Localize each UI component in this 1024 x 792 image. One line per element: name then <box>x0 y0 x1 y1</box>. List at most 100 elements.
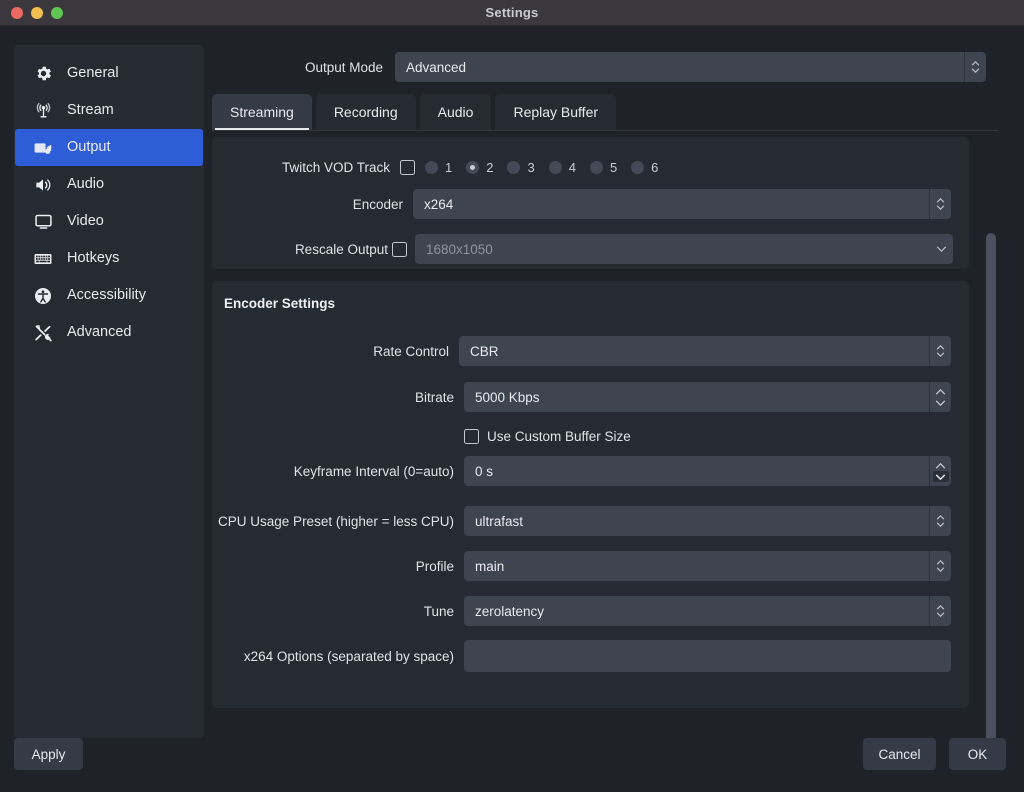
speaker-icon <box>32 174 54 196</box>
keyframe-interval-stepper[interactable] <box>929 456 951 486</box>
twitch-vod-track-checkbox[interactable] <box>400 159 415 175</box>
use-custom-buffer-size-label: Use Custom Buffer Size <box>487 428 631 444</box>
tab-label: Replay Buffer <box>513 104 599 120</box>
encoder-spinner[interactable] <box>929 189 951 219</box>
chevron-down-icon <box>971 68 980 73</box>
vod-track-radio-2[interactable]: 2 <box>466 160 493 175</box>
tab-streaming[interactable]: Streaming <box>212 94 312 130</box>
keyframe-interval-label: Keyframe Interval (0=auto) <box>293 463 454 479</box>
bitrate-label: Bitrate <box>414 389 454 405</box>
x264-options-row: x264 Options (separated by space) <box>212 640 969 672</box>
encoder-value: x264 <box>424 196 454 212</box>
encoder-settings-panel: Encoder Settings Rate Control CBR Bitrat… <box>212 281 969 708</box>
use-custom-buffer-size-checkbox[interactable] <box>464 428 479 444</box>
keyframe-interval-decrement-button[interactable] <box>932 471 949 482</box>
encoder-row: Encoder x264 <box>212 188 969 220</box>
encoder-settings-title: Encoder Settings <box>224 296 336 311</box>
output-mode-value: Advanced <box>406 59 467 75</box>
chevron-up-icon <box>936 345 945 350</box>
sidebar-item-label: General <box>67 65 119 82</box>
radio-label: 3 <box>527 159 535 175</box>
bitrate-increment-button[interactable] <box>933 386 949 397</box>
bitrate-stepper[interactable] <box>929 382 951 412</box>
settings-window-body: General Stream Output Audio Video Hotkey… <box>0 26 1024 792</box>
chevron-down-icon <box>936 522 945 527</box>
encoder-dropdown[interactable]: x264 <box>413 189 951 219</box>
output-mode-dropdown[interactable]: Advanced <box>395 52 986 82</box>
sidebar-item-label: Accessibility <box>67 287 146 304</box>
rate-control-spinner[interactable] <box>929 336 951 366</box>
tab-replay-buffer[interactable]: Replay Buffer <box>495 94 617 130</box>
tune-row: Tune zerolatency <box>212 595 969 627</box>
sidebar-item-advanced[interactable]: Advanced <box>15 314 203 351</box>
sidebar-item-stream[interactable]: Stream <box>15 92 203 129</box>
rescale-output-row: Rescale Output 1680x1050 <box>212 233 969 265</box>
vod-track-radio-3[interactable]: 3 <box>507 159 535 175</box>
rescale-output-dropdown-button[interactable] <box>929 234 953 264</box>
cancel-button[interactable]: Cancel <box>863 738 936 770</box>
vod-track-radio-5[interactable]: 5 <box>589 159 618 175</box>
tab-audio[interactable]: Audio <box>419 94 492 130</box>
sidebar-item-label: Audio <box>67 176 105 193</box>
cpu-usage-preset-spinner[interactable] <box>929 506 951 536</box>
vod-track-radio-4[interactable]: 4 <box>548 159 576 175</box>
tab-label: Streaming <box>230 104 294 120</box>
sidebar-item-general[interactable]: General <box>15 55 203 92</box>
tab-recording[interactable]: Recording <box>315 94 416 130</box>
bitrate-decrement-button[interactable] <box>933 397 949 408</box>
profile-spinner[interactable] <box>929 551 951 581</box>
tune-dropdown[interactable]: zerolatency <box>464 596 951 626</box>
bitrate-spinbox[interactable]: 5000 Kbps <box>464 382 951 412</box>
vod-track-radio-1[interactable]: 1 <box>425 160 452 175</box>
chevron-up-icon <box>935 462 946 469</box>
rate-control-value: CBR <box>470 343 499 359</box>
radio-label: 4 <box>568 159 576 175</box>
rescale-output-checkbox[interactable] <box>392 241 407 257</box>
vod-track-radio-6[interactable]: 6 <box>631 160 658 175</box>
chevron-down-icon <box>936 612 945 617</box>
twitch-vod-track-row: Twitch VOD Track 1 2 3 4 5 6 <box>212 151 969 183</box>
output-mode-spinner[interactable] <box>964 52 986 82</box>
rate-control-dropdown[interactable]: CBR <box>459 336 951 366</box>
x264-options-input[interactable] <box>464 640 951 672</box>
use-custom-buffer-size-row[interactable]: Use Custom Buffer Size <box>464 420 964 452</box>
ok-button[interactable]: OK <box>949 738 1006 770</box>
chevron-down-icon <box>936 352 945 357</box>
radio-circle <box>425 160 438 174</box>
sidebar-item-label: Hotkeys <box>67 250 120 267</box>
sidebar-item-hotkeys[interactable]: Hotkeys <box>15 240 203 277</box>
cpu-usage-preset-dropdown[interactable]: ultrafast <box>464 506 951 536</box>
rescale-output-dropdown[interactable]: 1680x1050 <box>415 234 953 264</box>
monitor-icon <box>32 211 54 233</box>
radio-label: 1 <box>445 159 453 175</box>
profile-dropdown[interactable]: main <box>464 551 951 581</box>
keyframe-interval-increment-button[interactable] <box>933 460 949 471</box>
output-mode-label: Output Mode <box>304 59 383 75</box>
sidebar-item-audio[interactable]: Audio <box>15 166 203 203</box>
chevron-down-icon <box>935 473 946 480</box>
rate-control-label: Rate Control <box>373 343 449 359</box>
chevron-up-icon <box>936 515 945 520</box>
settings-scrollbar-thumb[interactable] <box>986 233 996 752</box>
sidebar-item-accessibility[interactable]: Accessibility <box>15 277 203 314</box>
radio-circle <box>589 160 603 174</box>
radio-circle <box>507 160 521 174</box>
twitch-vod-track-label: Twitch VOD Track <box>281 159 390 175</box>
radio-label: 5 <box>609 159 618 175</box>
gear-icon <box>32 63 54 85</box>
chevron-up-icon <box>971 61 980 66</box>
cpu-usage-preset-label: CPU Usage Preset (higher = less CPU) <box>218 513 454 529</box>
keyframe-interval-spinbox[interactable]: 0 s <box>464 456 951 486</box>
chevron-up-icon <box>936 198 945 203</box>
sidebar-item-output[interactable]: Output <box>15 129 203 166</box>
keyframe-interval-row: Keyframe Interval (0=auto) 0 s <box>212 455 969 487</box>
radio-label: 2 <box>486 159 494 175</box>
profile-row: Profile main <box>212 550 969 582</box>
settings-scrollbar-track[interactable] <box>981 137 996 752</box>
radio-circle <box>466 160 480 174</box>
apply-button[interactable]: Apply <box>14 738 83 770</box>
broadcast-icon <box>32 100 54 122</box>
sidebar-item-video[interactable]: Video <box>15 203 203 240</box>
rate-control-row: Rate Control CBR <box>212 335 969 367</box>
tune-spinner[interactable] <box>929 596 951 626</box>
